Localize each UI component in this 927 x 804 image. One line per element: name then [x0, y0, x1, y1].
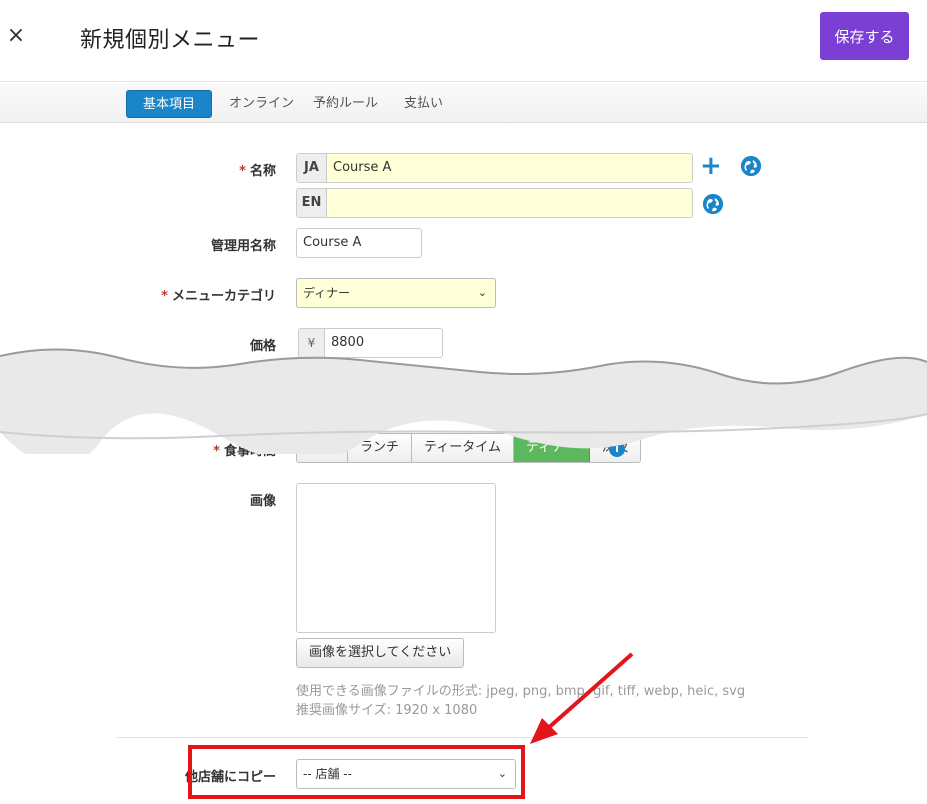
tab-online[interactable]: オンライン: [229, 90, 294, 118]
name-label-text: 名称: [249, 164, 276, 179]
arrow-annotation: [530, 652, 634, 744]
close-icon[interactable]: ×: [6, 24, 26, 48]
category-select[interactable]: ディナー ⌄: [296, 278, 496, 308]
globe-icon[interactable]: [741, 156, 761, 176]
tab-bar: 基本項目 オンライン 予約ルール 支払い: [0, 83, 927, 123]
name-label: * 名称: [160, 160, 276, 179]
section-divider: [116, 737, 808, 738]
torn-edge-decoration: [0, 348, 927, 454]
plus-icon[interactable]: +: [700, 153, 722, 179]
page-header: × 新規個別メニュー 保存する: [0, 0, 927, 82]
tab-basic[interactable]: 基本項目: [126, 90, 213, 118]
name-ja-input[interactable]: Course A: [327, 154, 692, 182]
category-select-value: ディナー: [303, 286, 351, 300]
save-button[interactable]: 保存する: [820, 12, 909, 60]
image-size-help: 推奨画像サイズ: 1920 x 1080: [296, 703, 478, 718]
image-label: 画像: [249, 494, 276, 509]
name-ja-field[interactable]: JA Course A: [296, 153, 693, 183]
lang-tag-ja: JA: [297, 154, 327, 182]
tab-payment[interactable]: 支払い: [404, 90, 443, 118]
name-en-input[interactable]: [327, 189, 692, 217]
globe-icon[interactable]: [703, 194, 723, 214]
page-title: 新規個別メニュー: [80, 28, 261, 53]
category-label: * メニューカテゴリ: [150, 285, 276, 304]
name-en-field[interactable]: EN: [296, 188, 693, 218]
image-preview: [296, 483, 496, 633]
lang-tag-en: EN: [297, 189, 327, 217]
admin-name-input[interactable]: Course A: [296, 228, 422, 258]
category-label-text: メニューカテゴリ: [171, 289, 276, 304]
highlight-box: [188, 745, 525, 799]
required-mark: *: [239, 164, 246, 179]
admin-name-label: 管理用名称: [210, 239, 276, 254]
tab-reservation-rules[interactable]: 予約ルール: [313, 90, 378, 118]
select-image-button[interactable]: 画像を選択してください: [296, 638, 465, 668]
required-mark: *: [161, 289, 168, 304]
chevron-down-icon: ⌄: [477, 286, 487, 299]
